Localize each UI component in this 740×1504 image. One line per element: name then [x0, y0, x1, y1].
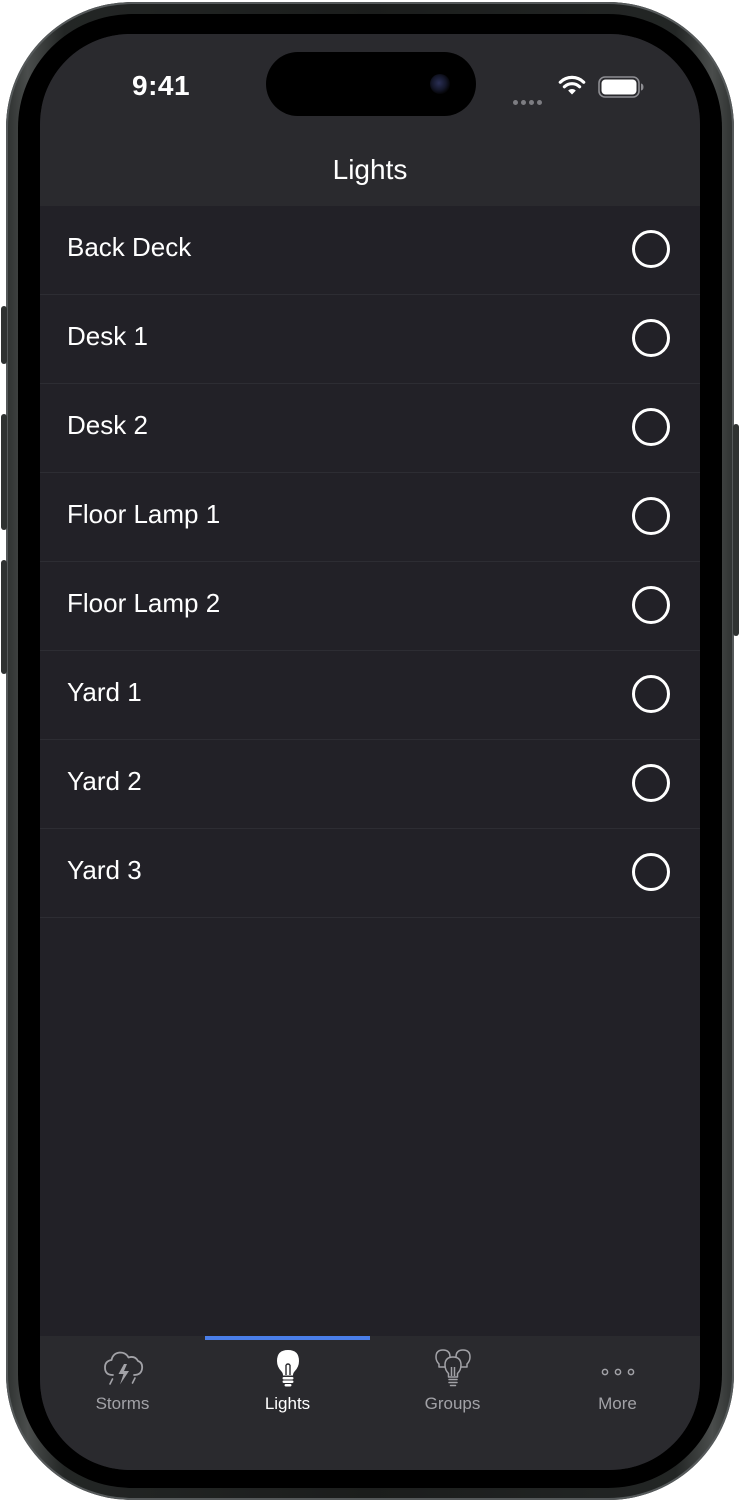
selection-circle-icon[interactable]: [632, 586, 670, 624]
lightbulb-group-icon: [435, 1349, 471, 1387]
light-row-desk-2[interactable]: Desk 2: [40, 384, 700, 473]
light-row-floor-lamp-2[interactable]: Floor Lamp 2: [40, 562, 700, 651]
light-row-yard-3[interactable]: Yard 3: [40, 829, 700, 918]
tab-more[interactable]: More: [535, 1336, 700, 1470]
navigation-header: 9:41 Lights: [40, 34, 700, 206]
tab-label: Lights: [264, 1394, 311, 1413]
selection-circle-icon[interactable]: [632, 408, 670, 446]
tab-storms[interactable]: Storms: [40, 1336, 205, 1470]
light-label: Yard 3: [67, 855, 142, 885]
light-row-back-deck[interactable]: Back Deck: [40, 206, 700, 295]
page-title: Lights: [332, 154, 408, 185]
active-tab-indicator: [205, 1336, 370, 1340]
wifi-icon: [558, 75, 586, 95]
tab-label: Groups: [424, 1394, 481, 1413]
selection-circle-icon[interactable]: [632, 675, 670, 713]
lightbulb-icon: [277, 1350, 299, 1387]
light-label: Yard 2: [67, 766, 142, 796]
selection-circle-icon[interactable]: [632, 319, 670, 357]
light-row-yard-1[interactable]: Yard 1: [40, 651, 700, 740]
selection-circle-icon[interactable]: [632, 230, 670, 268]
volume-down-button: [1, 560, 7, 674]
tab-label: More: [598, 1394, 637, 1413]
light-label: Desk 2: [67, 410, 148, 440]
light-row-yard-2[interactable]: Yard 2: [40, 740, 700, 829]
light-row-floor-lamp-1[interactable]: Floor Lamp 1: [40, 473, 700, 562]
volume-up-button: [1, 414, 7, 530]
light-row-desk-1[interactable]: Desk 1: [40, 295, 700, 384]
light-label: Yard 1: [67, 677, 142, 707]
storm-cloud-icon: [104, 1351, 144, 1385]
action-button: [1, 306, 7, 364]
more-dots-icon: [601, 1368, 635, 1376]
light-label: Floor Lamp 1: [67, 499, 221, 529]
light-label: Back Deck: [67, 232, 192, 262]
cellular-signal-icon: [513, 92, 547, 105]
dynamic-island: [266, 52, 476, 116]
front-camera-icon: [430, 74, 450, 94]
status-time: 9:41: [132, 70, 191, 101]
light-label: Desk 1: [67, 321, 148, 351]
selection-circle-icon[interactable]: [632, 853, 670, 891]
lights-list: Back Deck Desk 1 Desk 2 Floor Lamp 1 Flo…: [40, 206, 700, 918]
selection-circle-icon[interactable]: [632, 497, 670, 535]
tab-lights[interactable]: Lights: [205, 1336, 370, 1470]
tab-bar: Storms Lights Groups More: [40, 1336, 700, 1470]
power-button: [733, 424, 739, 636]
light-label: Floor Lamp 2: [67, 588, 221, 618]
selection-circle-icon[interactable]: [632, 764, 670, 802]
tab-groups[interactable]: Groups: [370, 1336, 535, 1470]
battery-icon: [598, 76, 644, 98]
tab-label: Storms: [95, 1394, 150, 1413]
screen: 9:41 Lights Back Deck Desk 1 Desk 2 Floo…: [40, 34, 700, 1470]
